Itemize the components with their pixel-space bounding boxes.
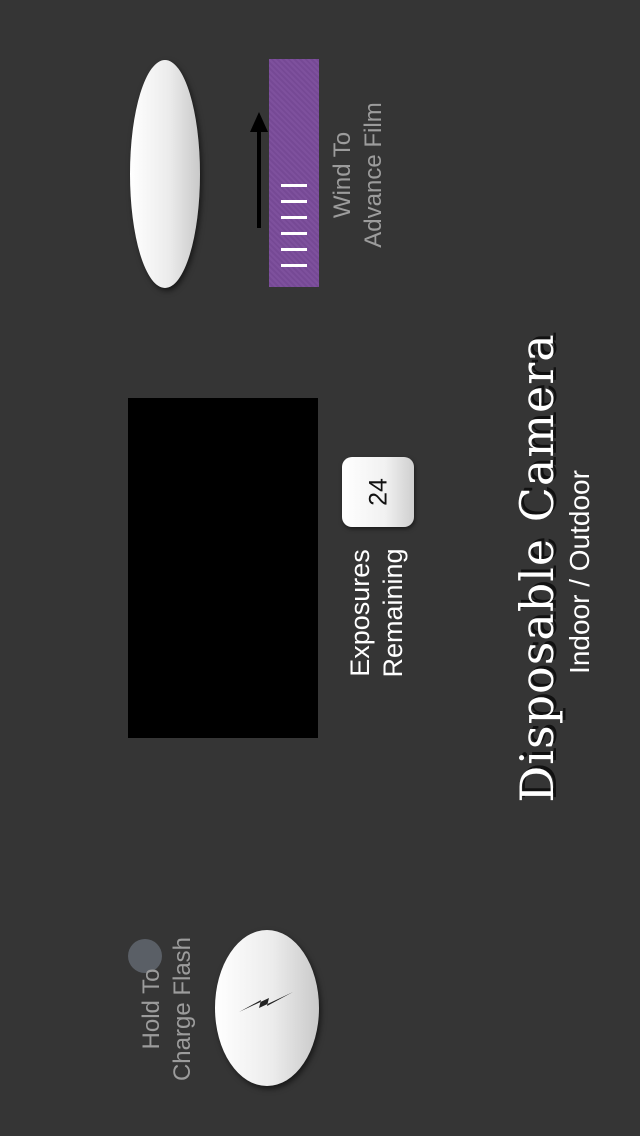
exposures-label-line1: Exposures [345, 549, 375, 677]
wind-label-line1: Wind To [329, 131, 356, 219]
exposures-label-line2: Remaining [378, 548, 408, 678]
exposures-label: Exposures Remaining [344, 548, 410, 677]
wind-grip-line [281, 264, 307, 267]
film-wind-wheel[interactable] [269, 59, 319, 287]
brand-subtitle: Indoor / Outdoor [564, 470, 595, 674]
arrow-up-icon [250, 112, 268, 132]
brand-title: Disposable Camera [510, 333, 564, 803]
wind-label-line2: Advance Film [360, 102, 387, 248]
wind-grip-line [281, 216, 307, 219]
flash-label-line2: Charge Flash [169, 936, 196, 1082]
shutter-button[interactable] [130, 60, 200, 288]
flash-label: Hold To Charge Flash [136, 937, 198, 1081]
wind-grip-line [281, 248, 307, 251]
exposure-count: 24 [364, 478, 393, 506]
lightning-bolt-icon [239, 992, 293, 1012]
wind-grip-line [281, 184, 307, 187]
wind-label: Wind To Advance Film [327, 102, 389, 247]
arrow-shaft [257, 130, 261, 228]
wind-grip-line [281, 232, 307, 235]
flash-label-line1: Hold To [138, 968, 165, 1050]
wind-grip-line [281, 200, 307, 203]
viewfinder [128, 398, 318, 738]
charge-flash-button[interactable] [215, 930, 319, 1086]
